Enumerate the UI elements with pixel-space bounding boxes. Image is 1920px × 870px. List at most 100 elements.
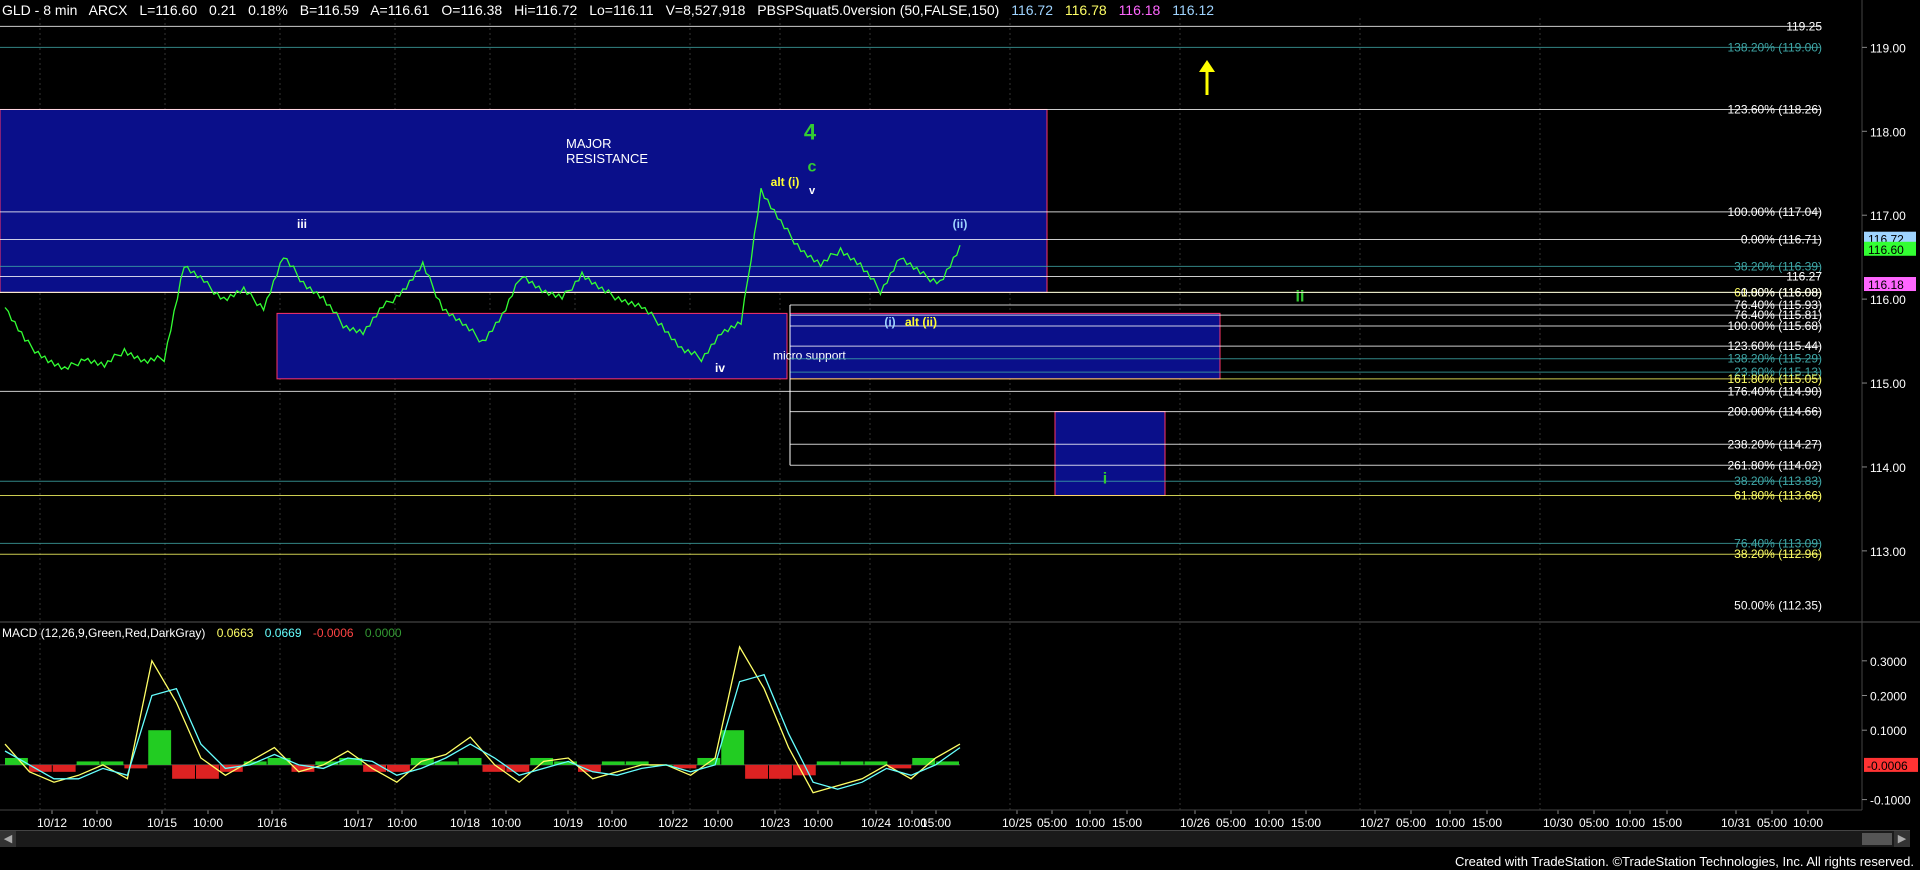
fib-label: 176.40% (114.90) — [1727, 384, 1822, 398]
x-tick-label: 10/19 — [553, 816, 583, 830]
indicator-value: 116.72 — [1011, 2, 1053, 18]
fib-label: 123.60% (118.26) — [1727, 102, 1822, 116]
macd-histogram-bar — [172, 764, 195, 779]
macd-histogram-bar — [148, 730, 172, 765]
fib-label: 100.00% (115.68) — [1727, 319, 1822, 333]
x-tick-label: 10:00 — [82, 816, 112, 830]
macd-histogram-bar — [769, 764, 792, 779]
change-value: 0.21 — [209, 2, 237, 18]
high-price: Hi=116.72 — [514, 2, 578, 18]
fib-label: 0.00% (116.71) — [1741, 233, 1822, 247]
volume-value: V=8,527,918 — [665, 2, 746, 18]
up-arrow-icon — [1199, 60, 1215, 72]
macd-histogram-bar — [363, 764, 386, 772]
x-tick-label: 10:00 — [387, 816, 417, 830]
x-tick-label: 10:00 — [597, 816, 627, 830]
indicator-label: PBSPSquat5.0version (50,FALSE,150) — [757, 2, 1000, 18]
wave-label: alt (i) — [771, 175, 800, 189]
x-tick-label: 10:00 — [1254, 816, 1284, 830]
x-tick-label: 10/27 — [1360, 816, 1390, 830]
open-price: O=116.38 — [441, 2, 503, 18]
x-tick-label: 10/31 — [1721, 816, 1751, 830]
fib-label: 138.20% (115.29) — [1727, 352, 1822, 366]
fib-label: 261.80% (114.02) — [1727, 458, 1822, 472]
scroll-right-icon[interactable]: ▶ — [1894, 831, 1910, 847]
x-tick-label: 05:00 — [1216, 816, 1246, 830]
macd-histogram-bar — [124, 764, 148, 769]
macd-histogram-bar — [267, 757, 291, 765]
last-price: L=116.60 — [139, 2, 198, 18]
macd-value: 0.0000 — [364, 626, 402, 640]
wave-label: v — [809, 185, 816, 197]
price-tick-label: 116.00 — [1870, 293, 1906, 307]
fib-label: 38.20% (113.83) — [1734, 474, 1822, 488]
fib-label: 116.27 — [1786, 269, 1822, 283]
zone-label: micro support — [773, 349, 846, 363]
x-tick-label: 10/18 — [450, 816, 480, 830]
macd-histogram-bar — [52, 764, 76, 772]
x-tick-label: 15:00 — [1112, 816, 1142, 830]
macd-histogram-bar — [196, 764, 219, 779]
x-tick-label: 10/30 — [1543, 816, 1573, 830]
indicator-value: 116.78 — [1064, 2, 1107, 18]
macd-value: -0.0006 — [312, 626, 354, 640]
x-tick-label: 10:00 — [491, 816, 521, 830]
scroll-left-icon[interactable]: ◀ — [0, 831, 16, 847]
low-price: Lo=116.11 — [589, 2, 654, 18]
price-tick-label: 118.00 — [1870, 125, 1906, 139]
scroll-thumb[interactable] — [1862, 833, 1892, 845]
price-tick-label: 117.00 — [1870, 209, 1906, 223]
fib-label: 119.25 — [1786, 19, 1822, 33]
x-tick-label: 10/24 — [861, 816, 891, 830]
price-tag-label: 116.18 — [1868, 278, 1904, 292]
macd-histogram-bar — [792, 764, 816, 776]
macd-histogram-bar — [840, 761, 864, 765]
fib-label: 50.00% (112.35) — [1734, 598, 1822, 612]
x-tick-label: 10/12 — [37, 816, 67, 830]
wave-label: (ii) — [953, 217, 968, 231]
fib-label: 38.20% (112.96) — [1734, 547, 1822, 561]
x-tick-label: 10:00 — [1793, 816, 1823, 830]
wave-label: i — [1103, 471, 1107, 488]
indicator-value: 116.18 — [1118, 2, 1161, 18]
x-tick-label: 10/22 — [658, 816, 688, 830]
change-pct: 0.18% — [248, 2, 288, 18]
chart-header: GLD - 8 min ARCX L=116.60 0.21 0.18% B=1… — [2, 2, 1222, 18]
indicator-value: 116.12 — [1172, 2, 1215, 18]
wave-label: iv — [715, 361, 725, 375]
major-resistance-zone — [0, 108, 1048, 293]
macd-histogram-bar — [745, 764, 768, 779]
macd-histogram-bar — [458, 757, 482, 765]
fib-label: 138.20% (119.00) — [1727, 40, 1822, 54]
macd-histogram-bar — [816, 761, 840, 765]
macd-current-label: -0.0006 — [1867, 759, 1908, 773]
macd-histogram-bar — [434, 761, 458, 765]
macd-histogram-bar — [387, 764, 410, 772]
x-tick-label: 10:00 — [803, 816, 833, 830]
x-tick-label: 15:00 — [1652, 816, 1682, 830]
price-tick-label: 114.00 — [1870, 461, 1906, 475]
x-tick-label: 10:00 — [193, 816, 223, 830]
x-tick-label: 15:00 — [921, 816, 951, 830]
x-tick-label: 10/23 — [760, 816, 790, 830]
macd-tick-label: 0.3000 — [1870, 655, 1907, 669]
macd-histogram-bar — [76, 761, 100, 765]
x-tick-label: 10:00 — [1075, 816, 1105, 830]
macd-tick-label: 0.1000 — [1870, 724, 1907, 738]
wave-label: ii — [1296, 289, 1305, 306]
macd-tick-label: 0.2000 — [1870, 690, 1907, 704]
x-tick-label: 05:00 — [1037, 816, 1067, 830]
price-tag-label: 116.60 — [1868, 243, 1904, 257]
fib-label: 61.80% (113.66) — [1734, 488, 1822, 502]
x-tick-label: 10/26 — [1180, 816, 1210, 830]
x-tick-label: 05:00 — [1396, 816, 1426, 830]
x-tick-label: 10:00 — [1615, 816, 1645, 830]
fib-label: 200.00% (114.66) — [1727, 405, 1822, 419]
ask-price: A=116.61 — [370, 2, 430, 18]
macd-histogram-bar — [721, 730, 745, 765]
x-tick-label: 10/16 — [257, 816, 287, 830]
macd-label: MACD (12,26,9,Green,Red,DarkGray) — [2, 626, 206, 640]
horizontal-scrollbar[interactable]: ◀ ▶ — [0, 830, 1910, 847]
x-tick-label: 10/25 — [1002, 816, 1032, 830]
fib-label: 100.00% (117.04) — [1727, 205, 1822, 219]
